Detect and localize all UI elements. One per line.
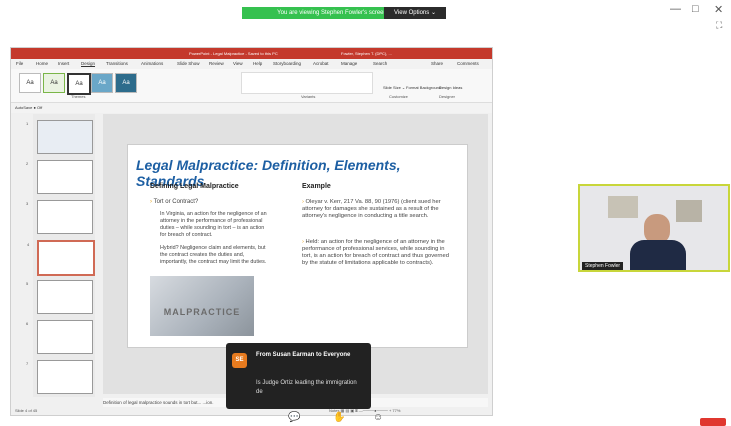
menu-home[interactable]: Home [36,61,48,66]
left-sub-1: In Virginia, an action for the negligenc… [160,211,267,238]
menu-review[interactable]: Review [209,61,224,66]
end-meeting-button[interactable] [700,418,726,426]
right-bullet-2: › Held: an action for the negligence of … [302,239,449,266]
slide-counter: Slide 4 of 45 [15,408,38,413]
right-bullet-1: › Oleyar v. Kerr, 217 Va. 88, 90 (1976) … [302,199,441,219]
menu-share[interactable]: Share [431,61,443,66]
left-bullet-1: › Tort or Contract? [150,199,199,205]
person-body [630,240,686,270]
slide-thumbnails: 1 2 3 4 5 6 7 [26,114,95,397]
photo-label: MALPRACTICE [163,307,241,317]
menu-comments[interactable]: Comments [457,61,479,66]
menu-file[interactable]: File [16,61,23,66]
left-sub-2: Hybrid? Negligence claim and elements, b… [160,245,267,265]
format-background-button[interactable]: Format Background [406,85,441,90]
group-designer: Designer [439,94,456,99]
menu-insert[interactable]: Insert [58,61,69,66]
ppt-title: PowerPoint - Legal Malpractice - Saved t… [189,51,278,56]
ppt-title-bar: PowerPoint - Legal Malpractice - Saved t… [11,48,492,59]
group-variants: Variants [301,94,316,99]
menu-design[interactable]: Design [81,61,95,66]
slide-thumb[interactable]: 2 [26,160,93,194]
menu-view[interactable]: View [233,61,243,66]
wall-frame [608,196,638,218]
chat-notification[interactable]: SE From Susan Earman to Everyone Is Judg… [226,343,371,409]
participant-name: Stephen Fowler [582,262,624,270]
slide-thumb[interactable]: 3 [26,200,93,234]
malpractice-photo [150,276,254,336]
slide-thumb[interactable]: 6 [26,320,93,354]
menu-transitions[interactable]: Transitions [106,61,128,66]
theme-office[interactable]: Aa [19,73,41,93]
close-icon[interactable]: ✕ [714,3,723,16]
theme-dark[interactable]: Aa [115,73,137,93]
menu-storyboarding[interactable]: Storyboarding [273,61,301,66]
menu-slideshow[interactable]: Slide Show [177,61,200,66]
theme-blue[interactable]: Aa [91,73,113,93]
chat-header: From Susan Earman to Everyone [256,352,351,358]
group-themes: Themes [71,94,86,99]
theme-green[interactable]: Aa [43,73,65,93]
ppt-menu-bar: File Home Insert Design Transitions Anim… [11,59,492,69]
theme-selected[interactable]: Aa [67,73,91,95]
quick-access-toolbar: AutoSave ● Off [11,103,492,113]
reactions-icon[interactable]: ☺ [373,412,383,423]
autosave-toggle[interactable]: AutoSave ● Off [15,105,42,110]
ppt-ribbon: Aa Aa Aa Aa Aa Themes Variants Customize… [11,69,492,103]
left-heading: Defining Legal Malpractice [150,183,239,190]
raise-hand-icon[interactable]: ✋ [333,412,345,423]
view-options-button[interactable]: View Options ⌄ [384,7,446,19]
menu-acrobat[interactable]: Acrobat [313,61,329,66]
slide-size-button[interactable]: Slide Size ⌄ [383,85,405,90]
chat-message: Is Judge Ortiz leading the immigration d… [256,380,357,395]
slide-thumb[interactable]: 7 [26,360,93,394]
right-heading: Example [302,183,331,190]
design-ideas-button[interactable]: Design Ideas [439,85,462,90]
wall-frame [676,200,702,222]
menu-manage[interactable]: Manage [341,61,357,66]
maximize-icon[interactable]: □ [692,3,699,15]
current-slide[interactable]: Legal Malpractice: Definition, Elements,… [127,144,468,348]
chat-icon[interactable]: 💬 [288,412,300,423]
menu-help[interactable]: Help [253,61,262,66]
slide-thumb-selected[interactable]: 4 [27,240,95,276]
minimize-icon[interactable]: — [670,3,681,15]
menu-search[interactable]: Search [373,61,387,66]
menu-animations[interactable]: Animations [141,61,163,66]
slide-thumb[interactable]: 1 [26,120,93,154]
fullscreen-icon[interactable]: ⛶ [716,20,722,31]
participant-video[interactable] [578,184,730,272]
avatar: SE [232,353,247,368]
slide-thumb[interactable]: 5 [26,280,93,314]
ppt-account: Fowler, Stephen T. (DPC), ... [341,51,392,56]
variants-gallery[interactable] [241,72,373,94]
group-customize: Customize [389,94,408,99]
